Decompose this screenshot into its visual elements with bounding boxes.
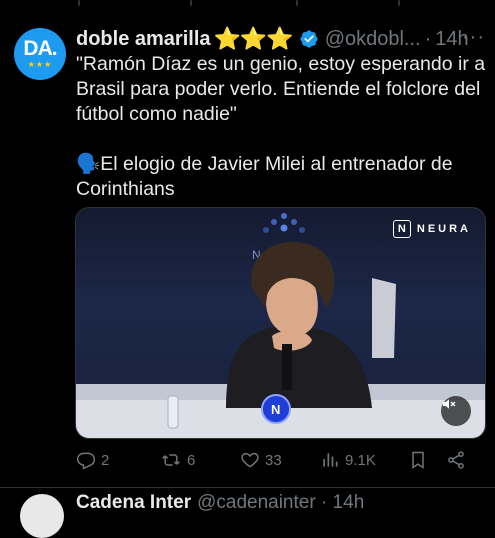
retweet-button[interactable]: 6 xyxy=(160,450,240,470)
neura-watermark: N NEURA xyxy=(392,220,471,238)
share-button[interactable] xyxy=(446,450,470,470)
previous-tweet-divider xyxy=(0,0,495,8)
chair xyxy=(372,278,396,358)
next-tweet-avatar[interactable] xyxy=(20,494,64,538)
top-tick xyxy=(190,0,192,6)
microphone xyxy=(282,344,292,390)
author-name[interactable]: doble amarilla xyxy=(76,28,211,51)
retweet-icon xyxy=(162,454,180,466)
top-tick xyxy=(398,0,400,6)
mic-flag-letter: N xyxy=(271,402,280,417)
tweet-actions: 2 6 33 9.1K xyxy=(76,446,486,474)
views-chart-icon xyxy=(323,453,338,467)
heart-icon xyxy=(241,452,259,468)
name-star-badges: ⭐⭐⭐ xyxy=(213,26,294,51)
like-count: 33 xyxy=(265,451,282,469)
tweet-header: doble amarilla ⭐⭐⭐ @okdobl... · 14h xyxy=(76,26,486,52)
reply-count: 2 xyxy=(101,451,110,469)
bookmark-button[interactable] xyxy=(408,450,446,470)
neura-logo-icon: N xyxy=(392,220,411,238)
separator-dot: · xyxy=(424,27,432,50)
tweet-divider xyxy=(0,487,495,488)
quote-paragraph: "Ramón Díaz es un genio, estoy esperando… xyxy=(76,53,486,125)
next-author-handle[interactable]: @cadenainter · 14h xyxy=(197,492,364,514)
neura-brand-text: NEURA xyxy=(416,223,471,235)
avatar[interactable]: DA. ★★★ xyxy=(14,28,66,80)
backdrop-logo xyxy=(263,213,305,233)
next-tweet-header: Cadena Inter @cadenainter · 14h xyxy=(76,492,364,514)
view-count: 9.1K xyxy=(345,451,376,469)
mute-button[interactable] xyxy=(441,396,471,426)
share-icon xyxy=(448,451,464,469)
verified-badge-icon xyxy=(299,29,319,49)
speaker-muted-icon xyxy=(443,399,456,409)
next-author-name[interactable]: Cadena Inter xyxy=(76,492,191,514)
video-media[interactable]: NEU N N NEURA xyxy=(75,207,486,439)
reply-button[interactable]: 2 xyxy=(76,450,160,470)
more-options-icon[interactable]: ··· xyxy=(462,26,485,49)
tweet-text: "Ramón Díaz es un genio, estoy esperando… xyxy=(76,52,490,202)
top-tick xyxy=(296,0,298,6)
author-handle[interactable]: @okdobl... xyxy=(325,28,421,51)
retweet-count: 6 xyxy=(187,451,196,469)
caption-paragraph: 🗣️El elogio de Javier Milei al entrenado… xyxy=(76,153,453,200)
video-frame: NEU N xyxy=(76,213,485,438)
like-button[interactable]: 33 xyxy=(240,450,320,470)
bookmark-icon xyxy=(412,451,424,469)
views-button[interactable]: 9.1K xyxy=(320,450,408,470)
water-bottle xyxy=(167,395,179,429)
reply-icon xyxy=(76,452,96,470)
top-tick xyxy=(78,0,80,6)
avatar-stars: ★★★ xyxy=(27,60,53,69)
avatar-monogram: DA. xyxy=(23,37,57,60)
